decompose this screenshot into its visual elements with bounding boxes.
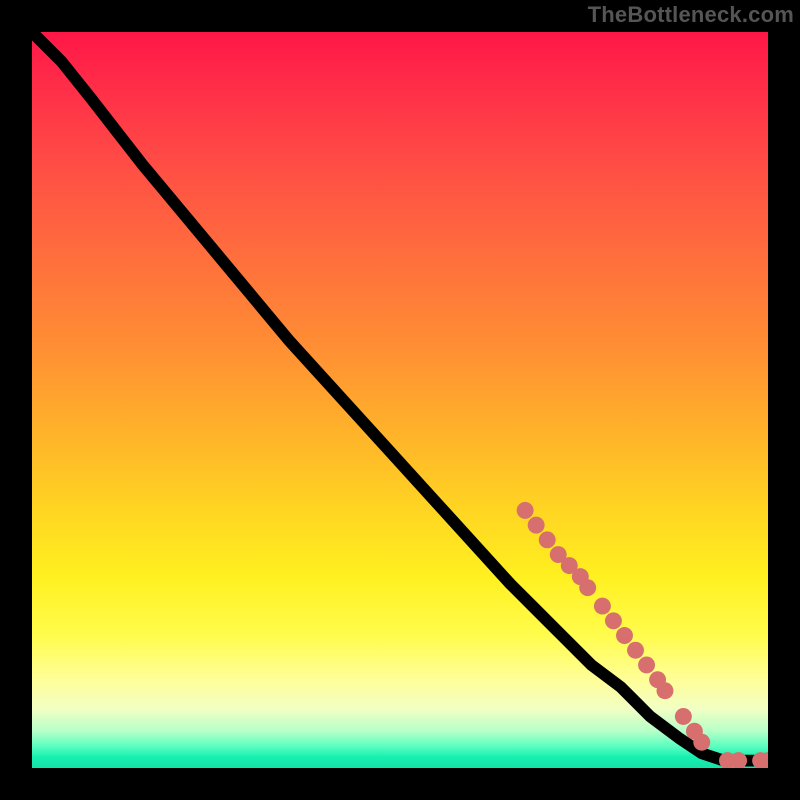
- chart-container: TheBottleneck.com: [0, 0, 800, 800]
- highlight-dot: [594, 598, 611, 615]
- highlight-dot: [539, 531, 556, 548]
- highlight-dot: [616, 627, 633, 644]
- highlight-dot: [517, 502, 534, 519]
- highlight-dot: [638, 656, 655, 673]
- chart-svg: [32, 32, 768, 768]
- highlight-dot: [579, 579, 596, 596]
- highlight-dot: [627, 642, 644, 659]
- watermark-text: TheBottleneck.com: [588, 2, 794, 28]
- plot-area: [32, 32, 768, 768]
- highlight-dot: [528, 517, 545, 534]
- highlight-dot: [656, 682, 673, 699]
- bottleneck-curve: [32, 32, 768, 761]
- highlight-dot: [605, 612, 622, 629]
- highlight-dot: [693, 734, 710, 751]
- highlight-dot: [675, 708, 692, 725]
